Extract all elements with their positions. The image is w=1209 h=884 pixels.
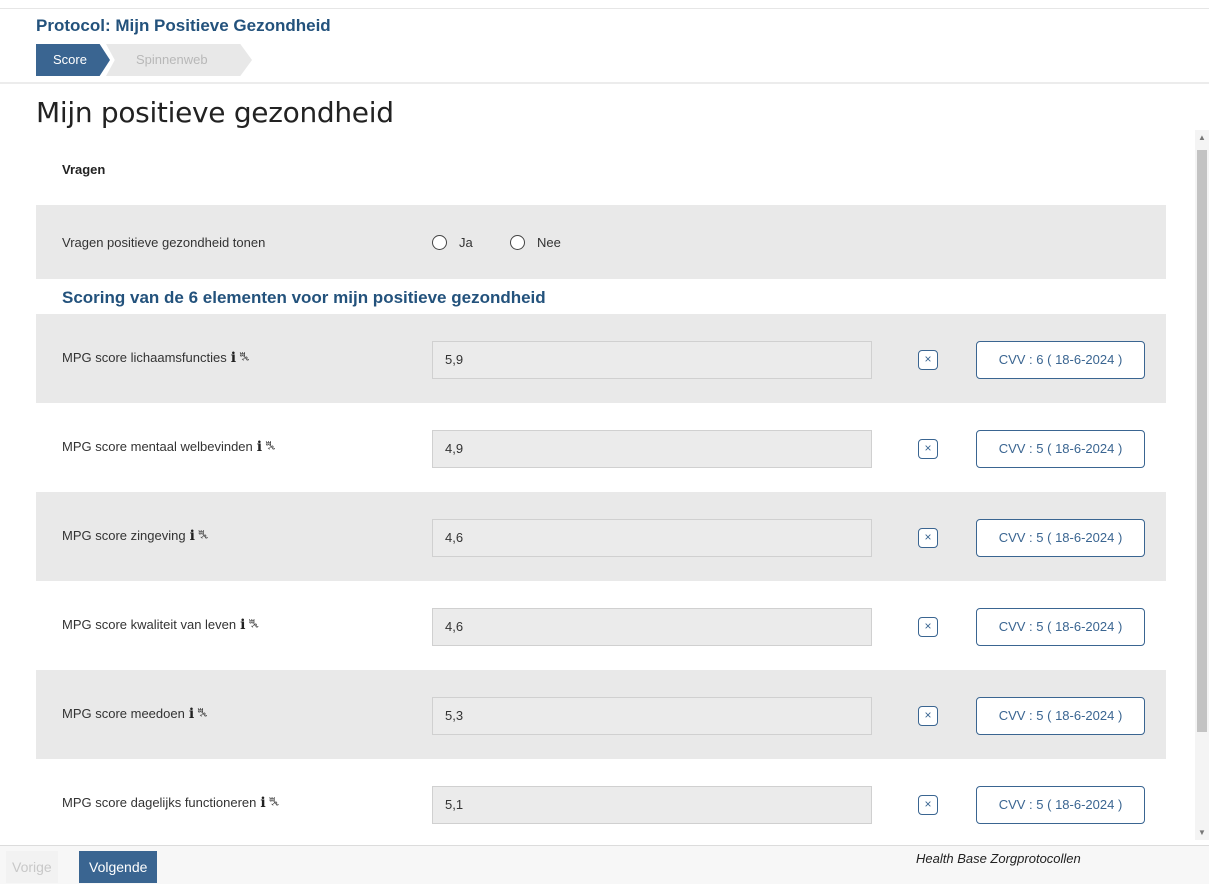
clear-icon[interactable]: × — [918, 617, 938, 637]
score-label-text: MPG score kwaliteit van leven — [62, 617, 237, 632]
protocol-title: Protocol: Mijn Positieve Gezondheid — [36, 16, 331, 35]
radio-nee[interactable]: Nee — [510, 232, 561, 252]
step-spinnenweb[interactable]: Spinnenweb — [106, 44, 252, 76]
score-label: MPG score mentaal welbevinden i ꔩ — [62, 439, 276, 455]
score-row: MPG score dagelijks functioneren i ꔩ 5,1 × CV… — [36, 759, 1166, 845]
score-value-field[interactable]: 4,9 — [432, 430, 872, 468]
score-label: MPG score lichaamsfuncties i ꔩ — [62, 350, 250, 366]
page-title: Mijn positieve gezondheid — [36, 96, 394, 129]
clear-icon[interactable]: × — [918, 350, 938, 370]
radio-circle-ja[interactable] — [432, 234, 447, 250]
info-icon[interactable]: i — [190, 528, 195, 544]
info-icon[interactable]: i — [189, 706, 194, 722]
score-row: MPG score meedoen i ꔩ 5,3 × CVV : 5 ( 18-6-20… — [36, 670, 1166, 759]
graph-icon[interactable]: ꔩ — [197, 707, 208, 719]
radio-circle-nee[interactable] — [510, 234, 525, 250]
score-label-text: MPG score meedoen — [62, 706, 185, 721]
score-label: MPG score meedoen i ꔩ — [62, 706, 208, 722]
score-row: MPG score kwaliteit van leven i ꔩ 4,6 × CVV :… — [36, 581, 1166, 670]
cvv-button[interactable]: CVV : 5 ( 18-6-2024 ) — [976, 430, 1145, 468]
score-label: MPG score dagelijks functioneren i ꔩ — [62, 795, 280, 811]
cvv-button[interactable]: CVV : 5 ( 18-6-2024 ) — [976, 608, 1145, 646]
info-icon[interactable]: i — [260, 795, 265, 811]
score-row: MPG score zingeving i ꔩ 4,6 × CVV : 5 ( 18-6-… — [36, 492, 1166, 581]
score-label-text: MPG score zingeving — [62, 528, 186, 543]
scroll-down-arrow-icon[interactable]: ▼ — [1198, 828, 1206, 837]
score-label-text: MPG score lichaamsfuncties — [62, 350, 227, 365]
top-divider — [0, 8, 1209, 9]
info-icon[interactable]: i — [257, 439, 262, 455]
cvv-button[interactable]: CVV : 5 ( 18-6-2024 ) — [976, 697, 1145, 735]
score-value-field[interactable]: 5,3 — [432, 697, 872, 735]
cvv-button[interactable]: CVV : 5 ( 18-6-2024 ) — [976, 519, 1145, 557]
form-content: Vragen Vragen positieve gezondheid tonen… — [36, 130, 1166, 845]
clear-icon[interactable]: × — [918, 528, 938, 548]
clear-icon[interactable]: × — [918, 795, 938, 815]
graph-icon[interactable]: ꔩ — [198, 529, 209, 541]
score-value-field[interactable]: 5,1 — [432, 786, 872, 824]
section-label-vragen: Vragen — [62, 162, 106, 177]
previous-button[interactable]: Vorige — [6, 851, 58, 883]
scroll-up-arrow-icon[interactable]: ▲ — [1198, 133, 1206, 142]
vertical-scrollbar[interactable]: ▲ ▼ — [1195, 130, 1209, 840]
radio-label-ja: Ja — [459, 234, 473, 250]
question-row: Vragen positieve gezondheid tonen Ja Nee — [36, 205, 1166, 279]
score-label-text: MPG score mentaal welbevinden — [62, 439, 253, 454]
question-label: Vragen positieve gezondheid tonen — [62, 235, 266, 250]
next-button[interactable]: Volgende — [79, 851, 158, 883]
score-label-text: MPG score dagelijks functioneren — [62, 795, 257, 810]
cvv-button[interactable]: CVV : 6 ( 18-6-2024 ) — [976, 341, 1145, 379]
graph-icon[interactable]: ꔩ — [269, 796, 280, 808]
score-label: MPG score zingeving i ꔩ — [62, 528, 208, 544]
cvv-button[interactable]: CVV : 5 ( 18-6-2024 ) — [976, 786, 1145, 824]
header-divider — [0, 82, 1209, 84]
clear-icon[interactable]: × — [918, 706, 938, 726]
radio-label-nee: Nee — [537, 234, 561, 250]
footer-brand: Health Base Zorgprotocollen — [916, 851, 1081, 866]
scoring-heading: Scoring van de 6 elementen voor mijn pos… — [62, 288, 546, 307]
graph-icon[interactable]: ꔩ — [265, 440, 276, 452]
graph-icon[interactable]: ꔩ — [248, 618, 259, 630]
score-value-field[interactable]: 4,6 — [432, 608, 872, 646]
step-breadcrumb: Score Spinnenweb — [36, 44, 252, 76]
scroll-thumb[interactable] — [1197, 150, 1207, 732]
score-row: MPG score lichaamsfuncties i ꔩ 5,9 × CVV : 6 … — [36, 314, 1166, 403]
graph-icon[interactable]: ꔩ — [239, 351, 250, 363]
info-icon[interactable]: i — [240, 617, 245, 633]
radio-ja[interactable]: Ja — [432, 232, 473, 252]
score-row: MPG score mentaal welbevinden i ꔩ 4,9 × CVV :… — [36, 403, 1166, 492]
info-icon[interactable]: i — [231, 350, 236, 366]
step-score[interactable]: Score — [36, 44, 110, 76]
score-value-field[interactable]: 4,6 — [432, 519, 872, 557]
clear-icon[interactable]: × — [918, 439, 938, 459]
footer-bar: Vorige Volgende Health Base Zorgprotocol… — [0, 846, 1209, 884]
score-label: MPG score kwaliteit van leven i ꔩ — [62, 617, 259, 633]
score-value-field[interactable]: 5,9 — [432, 341, 872, 379]
